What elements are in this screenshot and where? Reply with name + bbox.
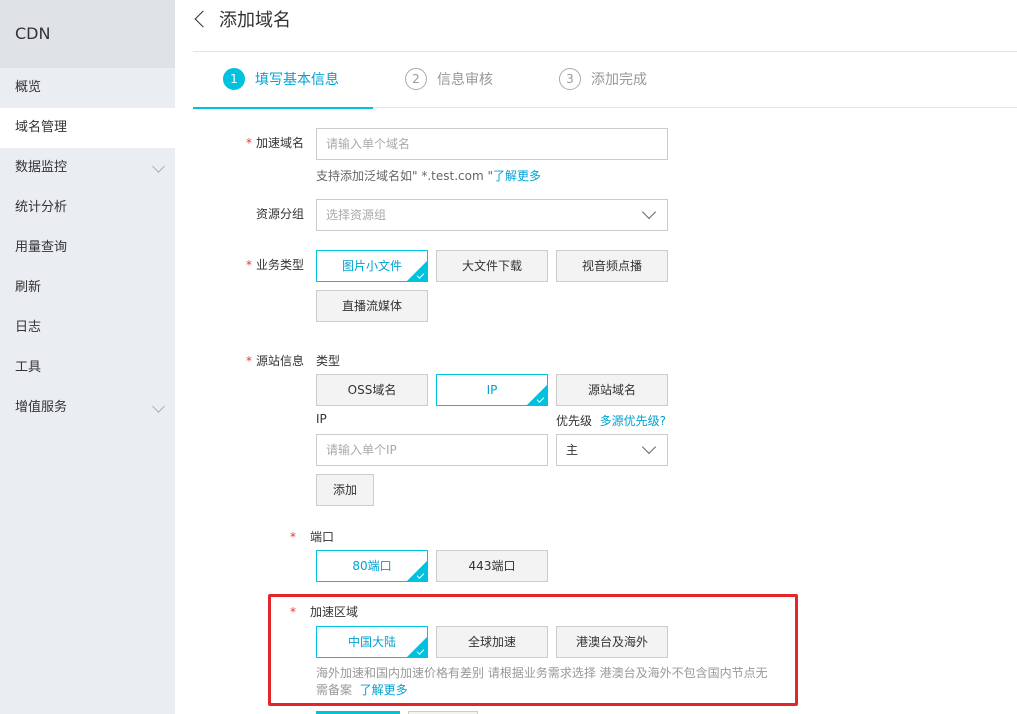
learn-more-link[interactable]: 了解更多 xyxy=(493,169,541,183)
required-asterisk: * xyxy=(290,530,296,544)
page-title: 添加域名 xyxy=(219,10,291,31)
step-label: 添加完成 xyxy=(591,72,647,88)
back-arrow-icon[interactable] xyxy=(194,10,212,28)
sidebar-item-label: 域名管理 xyxy=(15,120,68,135)
required-asterisk: * xyxy=(245,258,252,272)
port-443[interactable]: 443端口 xyxy=(436,550,548,582)
step-complete: 3 添加完成 xyxy=(559,68,647,90)
step-label: 填写基本信息 xyxy=(255,72,339,88)
selected-corner xyxy=(527,385,547,405)
sidebar-item-label: 日志 xyxy=(15,320,42,335)
required-asterisk: * xyxy=(245,136,252,150)
business-type-label: * 业务类型 xyxy=(245,258,304,272)
resource-group-label: 资源分组 xyxy=(255,207,304,221)
origin-type-ip[interactable]: IP xyxy=(436,374,548,406)
sidebar-item-label: 增值服务 xyxy=(15,400,68,415)
sidebar-item-label: 用量查询 xyxy=(15,240,68,255)
sidebar-item-domain-management[interactable]: 域名管理 xyxy=(0,108,175,148)
sidebar-item-label: 统计分析 xyxy=(15,200,68,215)
selected-corner xyxy=(407,261,427,281)
origin-type-oss[interactable]: OSS域名 xyxy=(316,374,428,406)
chevron-down-icon xyxy=(641,439,657,455)
origin-type-label: 类型 xyxy=(316,354,341,368)
add-origin-button[interactable]: 添加 xyxy=(316,474,374,506)
business-type-video-on-demand[interactable]: 视音频点播 xyxy=(556,250,668,282)
ip-input[interactable]: 请输入单个IP xyxy=(316,434,548,466)
sidebar-brand: CDN xyxy=(0,0,175,68)
sidebar-item-usage-query[interactable]: 用量查询 xyxy=(0,228,175,268)
step-label: 信息审核 xyxy=(437,72,493,88)
port-80[interactable]: 80端口 xyxy=(316,550,428,582)
sidebar-item-tools[interactable]: 工具 xyxy=(0,348,175,388)
step-review: 2 信息审核 xyxy=(405,68,493,90)
chevron-down-icon xyxy=(152,160,165,173)
active-step-underline xyxy=(193,107,373,109)
page-header: 添加域名 xyxy=(193,8,291,31)
app-root: CDN 概览 域名管理 数据监控 统计分析 用量查询 刷新 日志 工具 增值服务… xyxy=(0,0,1017,714)
priority-select[interactable]: 主 xyxy=(556,434,668,466)
step-number: 2 xyxy=(405,68,427,90)
chevron-down-icon xyxy=(152,400,165,413)
step-number: 1 xyxy=(223,68,245,90)
step-basic-info: 1 填写基本信息 xyxy=(223,68,339,90)
sidebar-item-logs[interactable]: 日志 xyxy=(0,308,175,348)
resource-group-select[interactable]: 选择资源组 xyxy=(316,199,668,231)
domain-label: * 加速域名 xyxy=(245,136,304,150)
sidebar-item-value-added-services[interactable]: 增值服务 xyxy=(0,388,175,428)
ip-label: IP xyxy=(316,412,327,426)
chevron-down-icon xyxy=(641,204,657,220)
sidebar-item-label: 刷新 xyxy=(15,280,42,295)
priority-label-row: 优先级 多源优先级? xyxy=(556,414,667,428)
origin-label: * 源站信息 xyxy=(245,354,304,368)
sidebar-item-overview[interactable]: 概览 xyxy=(0,68,175,108)
domain-hint: 支持添加泛域名如" *.test.com "了解更多 xyxy=(316,169,541,183)
origin-type-domain[interactable]: 源站域名 xyxy=(556,374,668,406)
port-label: * 端口 xyxy=(290,530,335,544)
step-indicator: 1 填写基本信息 2 信息审核 3 添加完成 xyxy=(193,52,1017,109)
sidebar-item-label: 概览 xyxy=(15,80,42,95)
sidebar: CDN 概览 域名管理 数据监控 统计分析 用量查询 刷新 日志 工具 增值服务 xyxy=(0,0,175,714)
sidebar-item-data-monitoring[interactable]: 数据监控 xyxy=(0,148,175,188)
sidebar-item-label: 数据监控 xyxy=(15,160,68,175)
step-number: 3 xyxy=(559,68,581,90)
required-asterisk: * xyxy=(245,354,252,368)
highlight-annotation-box xyxy=(268,594,798,706)
sidebar-item-statistics[interactable]: 统计分析 xyxy=(0,188,175,228)
selected-corner xyxy=(407,561,427,581)
domain-input[interactable]: 请输入单个域名 xyxy=(316,128,668,160)
multi-source-priority-link[interactable]: 多源优先级? xyxy=(600,414,666,428)
sidebar-item-refresh[interactable]: 刷新 xyxy=(0,268,175,308)
sidebar-item-label: 工具 xyxy=(15,360,42,375)
business-type-image-small-file[interactable]: 图片小文件 xyxy=(316,250,428,282)
business-type-large-file-download[interactable]: 大文件下载 xyxy=(436,250,548,282)
business-type-live-streaming[interactable]: 直播流媒体 xyxy=(316,290,428,322)
